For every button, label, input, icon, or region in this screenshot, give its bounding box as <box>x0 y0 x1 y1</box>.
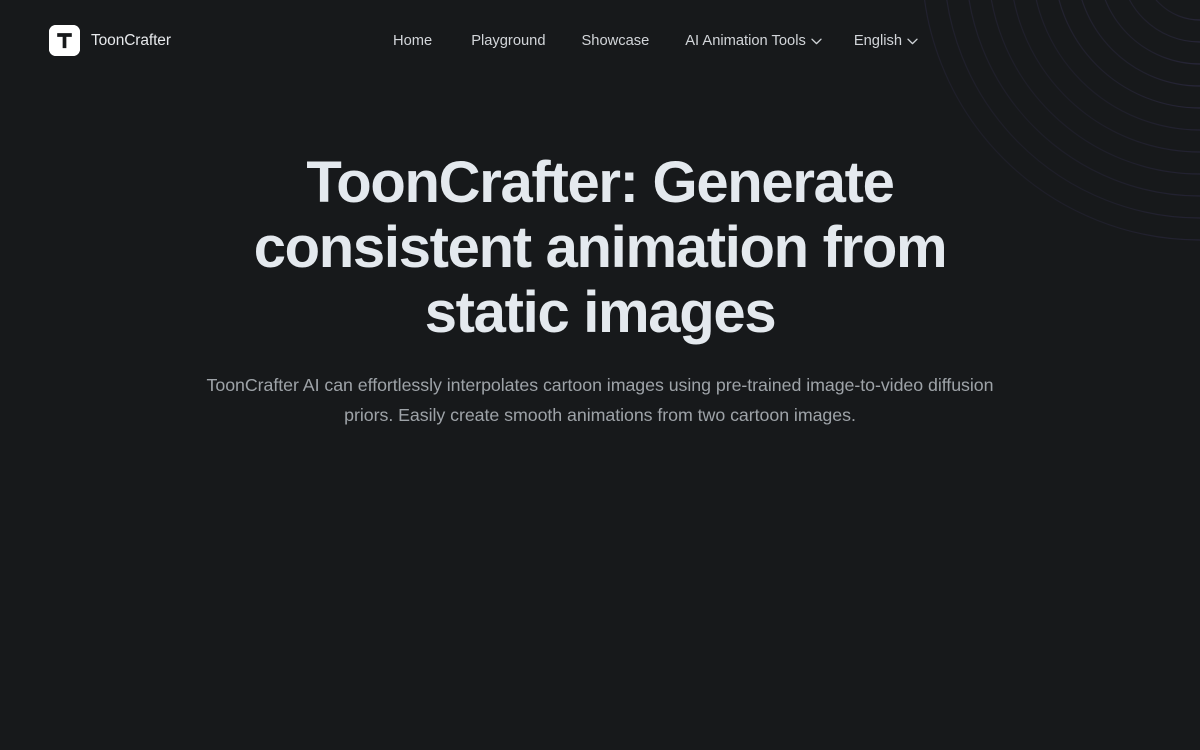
letter-t-logo-icon <box>49 25 80 56</box>
hero-subtitle: ToonCrafter AI can effortlessly interpol… <box>206 375 994 425</box>
page-root: ToonCrafter Home Playground Showcase AI … <box>0 0 1200 750</box>
chevron-down-icon <box>811 31 822 52</box>
nav-item-label: Showcase <box>581 32 650 49</box>
nav-item-label: Playground <box>471 32 546 49</box>
site-header: ToonCrafter Home Playground Showcase AI … <box>0 0 1200 81</box>
page-title: ToonCrafter: Generate consistent animati… <box>253 150 948 345</box>
nav-item-playground[interactable]: Playground <box>471 31 545 52</box>
nav-item-showcase[interactable]: Showcase <box>582 31 650 52</box>
brand-name: ToonCrafter <box>91 31 171 49</box>
brand-logo-link[interactable]: ToonCrafter <box>49 25 171 56</box>
nav-item-label: Home <box>393 32 433 49</box>
nav-item-label: AI Animation Tools <box>685 32 806 49</box>
nav-item-label: English <box>853 32 902 49</box>
main-navigation: Home Playground Showcase AI Animation To… <box>393 30 918 52</box>
chevron-down-icon <box>907 31 918 52</box>
nav-item-ai-animation-tools[interactable]: AI Animation Tools <box>685 30 822 52</box>
hero-section: ToonCrafter: Generate consistent animati… <box>0 150 1200 430</box>
nav-item-home[interactable]: Home <box>393 31 432 52</box>
nav-item-language-english[interactable]: English <box>854 30 918 52</box>
